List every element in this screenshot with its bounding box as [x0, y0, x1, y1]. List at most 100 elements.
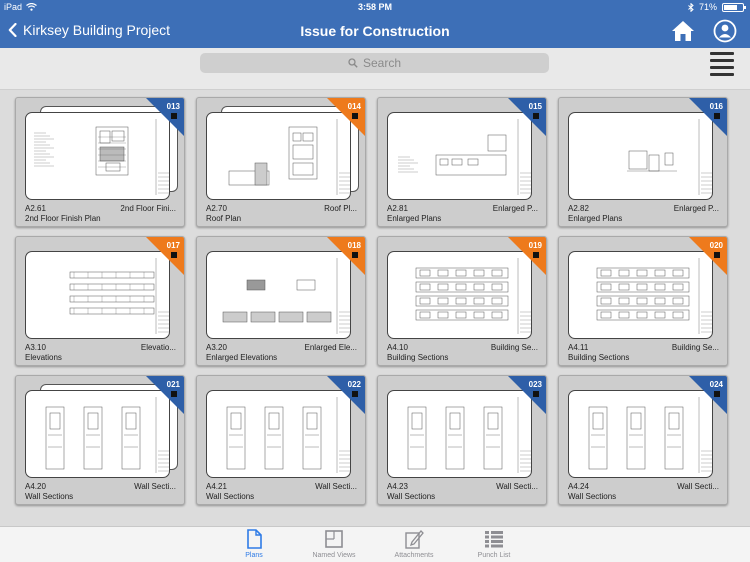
- sheet-code: A4.20: [25, 482, 46, 491]
- menu-line: [710, 59, 734, 62]
- back-label: Kirksey Building Project: [23, 22, 171, 38]
- sheet-short-title: Wall Secti...: [315, 482, 357, 491]
- sheet-code: A4.11: [568, 343, 589, 352]
- sheet-short-title: Enlarged P...: [492, 204, 538, 213]
- sheet-name: Wall Sections: [387, 492, 436, 501]
- sheet-card[interactable]: 015 A2.81 Enlarged P... Enlarged Plans: [377, 97, 547, 227]
- search-bar-row: Search: [0, 48, 750, 90]
- flag-icon: [171, 113, 177, 119]
- battery-icon: [722, 2, 746, 12]
- sheet-thumbnail: [25, 251, 170, 339]
- menu-line: [710, 66, 734, 69]
- tab-attachments[interactable]: Attachments: [379, 528, 449, 562]
- nav-bar: Kirksey Building Project Issue for Const…: [0, 14, 750, 48]
- sheet-card[interactable]: 020 A4.11 Building Se... Building Sections: [558, 236, 728, 366]
- sheet-thumbnail: [25, 112, 170, 200]
- flag-icon: [533, 391, 539, 397]
- flag-icon: [352, 113, 358, 119]
- sheet-card[interactable]: 024 A4.24 Wall Secti... Wall Sections: [558, 375, 728, 505]
- sheet-number: 022: [347, 380, 361, 389]
- sheet-name: Enlarged Plans: [568, 214, 623, 223]
- home-icon[interactable]: [671, 19, 695, 43]
- tab-bar: Plans Named Views Attachments Punch List: [0, 526, 750, 562]
- sheet-thumbnail: [387, 112, 532, 200]
- sheet-number: 021: [166, 380, 180, 389]
- list-icon: [485, 531, 503, 548]
- sheet-thumbnail: [206, 390, 351, 478]
- sheet-thumbnail: [568, 251, 713, 339]
- sheet-card[interactable]: 016 A2.82 Enlarged P... Enlarged Plans: [558, 97, 728, 227]
- hamburger-menu-icon[interactable]: [710, 52, 734, 76]
- menu-line: [710, 73, 734, 76]
- sheet-name: 2nd Floor Finish Plan: [25, 214, 101, 223]
- sheet-code: A2.81: [387, 204, 408, 213]
- sheet-thumbnail: [387, 390, 532, 478]
- menu-line: [710, 52, 734, 55]
- sheet-short-title: Wall Secti...: [134, 482, 176, 491]
- sheet-short-title: Building Se...: [671, 343, 719, 352]
- sheet-short-title: Enlarged P...: [673, 204, 719, 213]
- sheet-code: A4.10: [387, 343, 408, 352]
- flag-icon: [352, 252, 358, 258]
- sheet-short-title: 2nd Floor Fini...: [120, 204, 176, 213]
- sheet-short-title: Wall Secti...: [677, 482, 719, 491]
- tab-plans[interactable]: Plans: [219, 528, 289, 562]
- sheet-grid: 013 A2.61 2nd Floor Fini... 2nd Floor Finis…: [15, 97, 735, 507]
- sheet-thumbnail: [568, 390, 713, 478]
- sheet-number: 014: [347, 102, 361, 111]
- paperclip-icon: [405, 530, 424, 549]
- profile-icon[interactable]: [713, 19, 737, 43]
- sheet-card[interactable]: 019 A4.10 Building Se... Building Sections: [377, 236, 547, 366]
- flag-icon: [714, 252, 720, 258]
- sheet-number: 019: [528, 241, 542, 250]
- sheet-thumbnail: [206, 112, 351, 200]
- tab-named-views[interactable]: Named Views: [299, 528, 369, 562]
- sheet-name: Wall Sections: [25, 492, 74, 501]
- flag-icon: [714, 113, 720, 119]
- chevron-left-icon: [8, 23, 17, 37]
- sheet-name: Enlarged Plans: [387, 214, 442, 223]
- sheet-card[interactable]: 021 A4.20 Wall Secti... Wall Sections: [15, 375, 185, 505]
- frame-icon: [325, 530, 343, 548]
- sheet-code: A4.23: [387, 482, 408, 491]
- bluetooth-icon: [688, 2, 694, 12]
- sheet-name: Wall Sections: [568, 492, 617, 501]
- sheet-name: Building Sections: [568, 353, 630, 362]
- sheet-short-title: Building Se...: [490, 343, 538, 352]
- sheet-card[interactable]: 013 A2.61 2nd Floor Fini... 2nd Floor Finis…: [15, 97, 185, 227]
- sheet-thumbnail: [568, 112, 713, 200]
- sheet-number: 023: [528, 380, 542, 389]
- search-input[interactable]: Search: [200, 53, 549, 73]
- sheet-card[interactable]: 014 A2.70 Roof Pl... Roof Plan: [196, 97, 366, 227]
- sheet-number: 018: [347, 241, 361, 250]
- sheet-code: A2.82: [568, 204, 589, 213]
- sheet-code: A2.61: [25, 204, 46, 213]
- flag-icon: [171, 391, 177, 397]
- sheet-short-title: Elevatio...: [140, 343, 176, 352]
- sheet-card[interactable]: 022 A4.21 Wall Secti... Wall Sections: [196, 375, 366, 505]
- tab-label: Punch List: [477, 552, 511, 559]
- sheet-code: A2.70: [206, 204, 227, 213]
- search-placeholder: Search: [362, 56, 402, 70]
- sheet-card[interactable]: 018 A3.20 Enlarged Ele... Enlarged Elevatio…: [196, 236, 366, 366]
- tab-punch-list[interactable]: Punch List: [459, 528, 529, 562]
- tab-label: Named Views: [312, 552, 356, 559]
- sheet-number: 013: [166, 102, 180, 111]
- sheet-thumbnail: [206, 251, 351, 339]
- sheet-name: Enlarged Elevations: [206, 353, 278, 362]
- sheet-number: 016: [709, 102, 723, 111]
- sheet-name: Building Sections: [387, 353, 449, 362]
- back-button[interactable]: Kirksey Building Project: [8, 22, 170, 38]
- battery-percent: 71%: [698, 2, 717, 12]
- status-bar: iPad 3:58 PM 71%: [0, 0, 750, 14]
- sheet-card[interactable]: 023 A4.23 Wall Secti... Wall Sections: [377, 375, 547, 505]
- sheet-card[interactable]: 017 A3.10 Elevatio... Elevations: [15, 236, 185, 366]
- sheet-name: Wall Sections: [206, 492, 255, 501]
- status-right: 71%: [688, 2, 746, 12]
- battery-fill: [724, 4, 737, 10]
- sheet-number: 024: [709, 380, 723, 389]
- sheet-name: Elevations: [25, 353, 62, 362]
- sheet-short-title: Enlarged Ele...: [304, 343, 357, 352]
- sheet-name: Roof Plan: [206, 214, 242, 223]
- flag-icon: [171, 252, 177, 258]
